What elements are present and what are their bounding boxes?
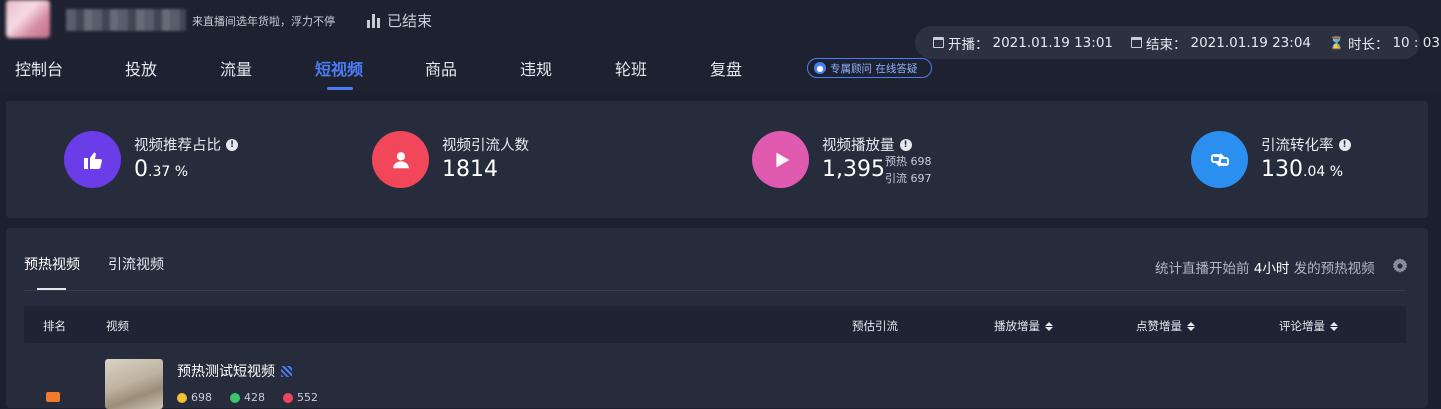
stats-panel: 视频推荐占比 ! 0.37 % 视频引流人数 1814 视频播放量 ! 1,39… xyxy=(6,101,1428,218)
likes-metric: 428 xyxy=(230,391,265,404)
video-thumbnail[interactable] xyxy=(105,359,163,409)
top-header: 来直播间选年货啦，浮力不停 已结束 开播： 2021.01.19 13:01 结… xyxy=(0,0,1441,92)
end-time-value: 2021.01.19 23:04 xyxy=(1190,34,1312,51)
stat-label: 视频引流人数 xyxy=(442,138,529,154)
bar-chart-icon xyxy=(367,13,380,28)
stat-breakdown: 预热 698 引流 697 xyxy=(885,153,932,187)
col-play-increase[interactable]: 播放增量 xyxy=(994,318,1053,334)
active-tab-indicator xyxy=(327,87,353,90)
start-time-label: 开播： xyxy=(948,36,989,53)
stat-label: 视频播放量 xyxy=(822,138,895,154)
like-icon xyxy=(230,392,240,403)
tab-products[interactable]: 商品 xyxy=(425,56,457,80)
advisor-button[interactable]: ● 专属顾问 在线答疑 xyxy=(807,58,932,78)
comments-metric: 552 xyxy=(283,391,318,404)
stat-label: 引流转化率 xyxy=(1261,138,1334,154)
chat-icon: ● xyxy=(814,62,826,74)
start-time-value: 2021.01.19 13:01 xyxy=(992,34,1114,51)
shop-avatar[interactable] xyxy=(6,0,50,38)
live-title: 来直播间选年货啦，浮力不停 xyxy=(192,15,335,28)
conversion-icon xyxy=(1191,131,1248,188)
live-status: 已结束 xyxy=(367,10,432,31)
sort-icon[interactable] xyxy=(1045,321,1053,331)
shop-name-blurred xyxy=(66,9,186,31)
tab-short-video[interactable]: 短视频 xyxy=(315,56,363,80)
live-status-text: 已结束 xyxy=(387,12,433,30)
stat-value: 0.37 % xyxy=(134,157,189,182)
calendar-icon xyxy=(933,37,944,48)
tab-console[interactable]: 控制台 xyxy=(15,56,63,80)
tab-warmup-videos[interactable]: 预热视频 xyxy=(24,254,80,274)
tab-violations[interactable]: 违规 xyxy=(520,56,552,80)
start-time: 开播： 2021.01.19 13:01 xyxy=(933,33,1113,53)
duration-value: 10 : 03 xyxy=(1392,34,1440,51)
info-icon[interactable]: ! xyxy=(1338,138,1351,151)
qr-code-icon[interactable] xyxy=(281,365,292,377)
hourglass-icon: ⌛ xyxy=(1329,35,1344,50)
info-icon[interactable]: ! xyxy=(899,138,912,151)
video-content-panel: 预热视频 引流视频 统计直播开始前 4小时 发的预热视频 排名 视频 预估引流 … xyxy=(6,228,1428,409)
breakdown-item: 引流 697 xyxy=(885,172,932,185)
calendar-icon xyxy=(1131,37,1142,48)
stat-value: 1814 xyxy=(442,157,498,182)
user-icon xyxy=(372,131,429,188)
col-like-increase[interactable]: 点赞增量 xyxy=(1136,318,1195,334)
advisor-label: 专属顾问 在线答疑 xyxy=(830,62,918,75)
duration-label: 时长： xyxy=(1347,36,1389,53)
end-time-label: 结束： xyxy=(1146,36,1187,53)
stat-value: 130.04 % xyxy=(1261,157,1344,182)
rank-medal-icon xyxy=(46,392,60,402)
video-title[interactable]: 预热测试短视频 xyxy=(177,361,292,381)
end-time: 结束： 2021.01.19 23:04 xyxy=(1131,33,1311,53)
tab-ads[interactable]: 投放 xyxy=(125,56,157,80)
video-metrics: 698 428 552 xyxy=(177,391,318,404)
live-time-info: 开播： 2021.01.19 13:01 结束： 2021.01.19 23:0… xyxy=(915,26,1440,59)
breakdown-item: 预热 698 xyxy=(885,155,932,168)
main-nav: 控制台 投放 流量 短视频 商品 违规 轮班 复盘 xyxy=(0,56,900,92)
heart-icon xyxy=(283,392,293,403)
thumbs-up-icon xyxy=(64,131,121,188)
stat-label: 视频推荐占比 xyxy=(134,138,221,154)
col-comment-increase[interactable]: 评论增量 xyxy=(1279,318,1338,334)
play-icon xyxy=(752,131,809,188)
tab-divider xyxy=(24,290,1406,291)
sort-icon[interactable] xyxy=(1330,321,1338,331)
tab-review[interactable]: 复盘 xyxy=(710,56,742,80)
col-rank: 排名 xyxy=(43,319,66,333)
gear-icon[interactable] xyxy=(1391,257,1409,275)
statistics-note: 统计直播开始前 4小时 发的预热视频 xyxy=(1155,261,1375,277)
table-header: 排名 视频 预估引流 播放增量 点赞增量 评论增量 xyxy=(24,306,1406,343)
col-video: 视频 xyxy=(106,319,129,333)
plays-metric: 698 xyxy=(177,391,212,404)
duration: ⌛ 时长： 10 : 03 xyxy=(1329,33,1440,53)
tab-traffic[interactable]: 流量 xyxy=(220,56,252,80)
play-count-icon xyxy=(177,392,187,403)
sort-icon[interactable] xyxy=(1187,321,1195,331)
tab-shifts[interactable]: 轮班 xyxy=(615,56,647,80)
col-est-traffic: 预估引流 xyxy=(852,319,898,333)
tab-traffic-videos[interactable]: 引流视频 xyxy=(108,254,164,274)
stat-value: 1,395 xyxy=(822,157,885,182)
note-highlight: 4小时 xyxy=(1253,261,1290,277)
info-icon[interactable]: ! xyxy=(226,138,238,151)
